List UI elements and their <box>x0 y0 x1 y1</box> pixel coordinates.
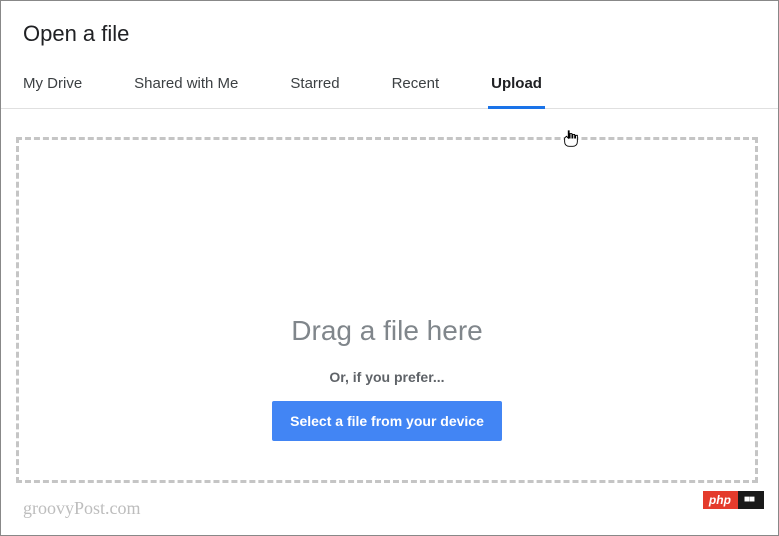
tab-recent[interactable]: Recent <box>392 65 440 108</box>
upload-content-area: Drag a file here Or, if you prefer... Se… <box>1 109 778 503</box>
tab-my-drive[interactable]: My Drive <box>23 65 82 108</box>
tab-starred[interactable]: Starred <box>290 65 339 108</box>
select-file-button[interactable]: Select a file from your device <box>272 401 502 441</box>
file-dropzone[interactable]: Drag a file here Or, if you prefer... Se… <box>16 137 758 483</box>
modal-title: Open a file <box>1 1 778 65</box>
php-badge: php <box>703 491 738 509</box>
watermark-text: groovyPost.com <box>23 498 141 519</box>
badge-group: php ■■ <box>703 491 764 509</box>
drag-instruction-text: Drag a file here <box>19 315 755 347</box>
or-text: Or, if you prefer... <box>19 369 755 385</box>
tab-upload[interactable]: Upload <box>491 65 542 108</box>
dark-badge: ■■ <box>738 491 764 509</box>
dropzone-inner: Drag a file here Or, if you prefer... Se… <box>19 315 755 441</box>
tab-shared-with-me[interactable]: Shared with Me <box>134 65 238 108</box>
tab-bar: My Drive Shared with Me Starred Recent U… <box>1 65 778 109</box>
